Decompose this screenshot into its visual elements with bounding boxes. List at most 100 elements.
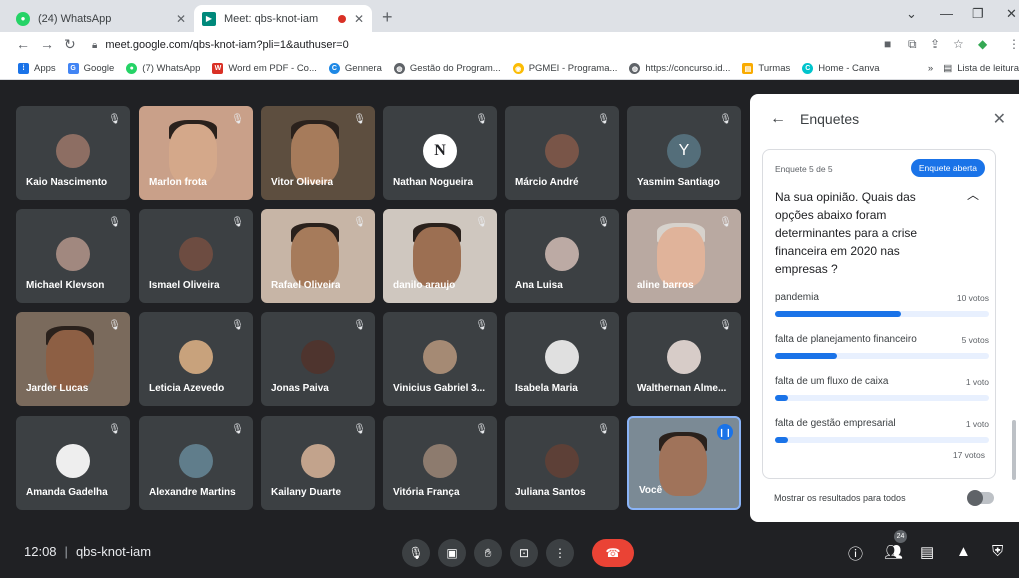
- participant-tile[interactable]: 🎙︎ Vitor Oliveira: [261, 106, 375, 200]
- participant-tile[interactable]: 🎙︎ Márcio André: [505, 106, 619, 200]
- participant-tile[interactable]: 🎙︎ Kaio Nascimento: [16, 106, 130, 200]
- option-label: falta de planejamento financeiro: [775, 334, 917, 345]
- participant-tile[interactable]: 🎙︎ Isabela Maria: [505, 312, 619, 406]
- microphone-icon: 🎙︎: [408, 546, 424, 560]
- show-results-row: Mostrar os resultados para todos: [774, 490, 994, 506]
- bookmark-word-pdf[interactable]: W Word em PDF - Co...: [212, 63, 317, 74]
- participant-tile[interactable]: 🎙︎ Kailany Duarte: [261, 416, 375, 510]
- bookmark-pgmei[interactable]: ◉ PGMEI - Programa...: [512, 63, 617, 74]
- camera-indicator-icon[interactable]: ■: [884, 37, 891, 51]
- chat-icon[interactable]: ▤: [920, 543, 934, 561]
- collapse-chevron-icon[interactable]: ︿: [967, 186, 979, 203]
- meeting-controls-bar: 12:08 | qbs-knot-iam 🎙︎ ▣ ✋︎ ⊡ ⋮ ☎︎ ⓘ 👥︎ ▤…: [0, 528, 1019, 578]
- participant-name: Vitória França: [393, 487, 460, 498]
- participant-grid: 🎙︎ Kaio Nascimento 🎙︎ Marlon frota 🎙︎ Vi…: [16, 106, 742, 518]
- google-icon: G: [67, 63, 79, 74]
- mic-off-icon: 🎙︎: [353, 217, 366, 228]
- bookmark-turmas[interactable]: ▤ Turmas: [742, 63, 790, 74]
- new-tab-button[interactable]: +: [382, 7, 393, 28]
- participant-tile[interactable]: 🎙︎ Leticia Azevedo: [139, 312, 253, 406]
- participant-tile[interactable]: 🎙︎ Michael Klevson: [16, 209, 130, 303]
- participant-tile[interactable]: 🎙︎ N Nathan Nogueira: [383, 106, 497, 200]
- share-icon[interactable]: ⇪: [930, 37, 940, 51]
- bookmark-star-icon[interactable]: ☆: [953, 37, 964, 51]
- bookmark-concurso[interactable]: ◍ https://concurso.id...: [629, 63, 730, 74]
- participant-name: Você: [639, 485, 663, 496]
- participant-tile[interactable]: 🎙︎ Ana Luisa: [505, 209, 619, 303]
- participant-tile[interactable]: 🎙︎ Juliana Santos: [505, 416, 619, 510]
- leave-call-button[interactable]: ☎︎: [592, 539, 634, 567]
- external-icon[interactable]: ⧉: [908, 37, 917, 52]
- reading-list-button[interactable]: ▤ Lista de leitura: [943, 63, 1019, 74]
- mic-off-icon: 🎙︎: [597, 114, 610, 125]
- close-tab-icon[interactable]: ✕: [176, 12, 186, 26]
- avatar: [56, 237, 90, 271]
- participant-tile[interactable]: 🎙︎ Ismael Oliveira: [139, 209, 253, 303]
- show-results-toggle[interactable]: [967, 490, 994, 506]
- participant-name: Yasmim Santiago: [637, 177, 720, 188]
- camera-button[interactable]: ▣: [438, 539, 466, 567]
- participant-tile[interactable]: 🎙︎ aline barros: [627, 209, 741, 303]
- chevron-down-icon[interactable]: ⌄: [906, 6, 917, 22]
- address-bar[interactable]: 🔒︎ meet.google.com/qbs-knot-iam?pli=1&au…: [92, 35, 862, 55]
- bookmark-whatsapp[interactable]: ● (7) WhatsApp: [126, 63, 200, 74]
- close-icon[interactable]: ✕: [993, 109, 1006, 129]
- tab-whatsapp[interactable]: ● (24) WhatsApp ✕: [8, 5, 194, 32]
- participant-tile[interactable]: 🎙︎ Alexandre Martins: [139, 416, 253, 510]
- participant-tile[interactable]: 🎙︎ Walthernan Alme...: [627, 312, 741, 406]
- video-feed: [169, 124, 217, 184]
- bookmark-gestao[interactable]: ◍ Gestão do Program...: [393, 63, 501, 74]
- show-results-label: Mostrar os resultados para todos: [774, 493, 906, 503]
- total-votes: 17 votos: [952, 450, 985, 460]
- participant-tile[interactable]: 🎙︎ Vitória França: [383, 416, 497, 510]
- participant-tile[interactable]: 🎙︎ Jonas Paiva: [261, 312, 375, 406]
- reading-list-icon: ▤: [943, 63, 953, 74]
- gennera-icon: C: [328, 63, 340, 74]
- raise-hand-button[interactable]: ✋︎: [474, 539, 502, 567]
- tab-meet[interactable]: ▶ Meet: qbs-knot-iam ✕: [194, 5, 372, 32]
- extension-icon[interactable]: ◆: [978, 37, 987, 51]
- bookmark-gennera[interactable]: C Gennera: [328, 63, 382, 74]
- more-bookmarks-button[interactable]: »: [928, 63, 933, 74]
- meeting-info: 12:08 | qbs-knot-iam: [24, 544, 151, 559]
- panel-scrollbar[interactable]: [1012, 420, 1016, 480]
- more-options-button[interactable]: ⋮: [546, 539, 574, 567]
- close-window-button[interactable]: ✕: [1006, 6, 1017, 22]
- poll-question: Na sua opinião. Quais das opções abaixo …: [775, 190, 918, 276]
- result-bar-fill: [775, 395, 788, 401]
- bookmark-canva[interactable]: C Home - Canva: [802, 63, 880, 74]
- avatar: N: [423, 134, 457, 168]
- info-icon[interactable]: ⓘ: [848, 543, 863, 564]
- participant-tile[interactable]: 🎙︎ Y Yasmim Santiago: [627, 106, 741, 200]
- avatar: [545, 237, 579, 271]
- result-bar: [775, 311, 989, 317]
- back-icon[interactable]: ←: [16, 36, 30, 52]
- participant-tile[interactable]: 🎙︎ Vinicius Gabriel 3...: [383, 312, 497, 406]
- present-button[interactable]: ⊡: [510, 539, 538, 567]
- participant-tile[interactable]: 🎙︎ Jarder Lucas: [16, 312, 130, 406]
- participant-name: Jonas Paiva: [271, 383, 329, 394]
- reload-icon[interactable]: ↻: [64, 36, 76, 53]
- maximize-button[interactable]: ❐: [972, 6, 984, 22]
- minimize-button[interactable]: —: [940, 6, 953, 21]
- panel-title: Enquetes: [800, 111, 860, 127]
- participant-tile[interactable]: 🎙︎ danilo araujo: [383, 209, 497, 303]
- back-arrow-icon[interactable]: ←: [770, 110, 786, 128]
- close-tab-icon[interactable]: ✕: [354, 12, 364, 26]
- mic-off-icon: 🎙︎: [231, 217, 244, 228]
- activities-icon[interactable]: ▲: [956, 543, 971, 560]
- mic-off-icon: 🎙︎: [597, 320, 610, 331]
- forward-icon[interactable]: →: [40, 36, 54, 52]
- mic-off-icon: 🎙︎: [231, 424, 244, 435]
- bookmark-apps[interactable]: ⁞ Apps: [18, 63, 56, 74]
- people-icon[interactable]: 👥︎: [884, 543, 903, 561]
- self-view-tile[interactable]: ❙❙ Você: [627, 416, 741, 510]
- option-votes: 1 voto: [965, 418, 989, 429]
- participant-tile[interactable]: 🎙︎ Marlon frota: [139, 106, 253, 200]
- participant-tile[interactable]: 🎙︎ Rafael Oliveira: [261, 209, 375, 303]
- participant-tile[interactable]: 🎙︎ Amanda Gadelha: [16, 416, 130, 510]
- microphone-button[interactable]: 🎙︎: [402, 539, 430, 567]
- bookmark-google[interactable]: G Google: [67, 63, 114, 74]
- host-controls-icon[interactable]: ⛨: [992, 543, 1003, 560]
- menu-icon[interactable]: ⋮: [1008, 37, 1019, 51]
